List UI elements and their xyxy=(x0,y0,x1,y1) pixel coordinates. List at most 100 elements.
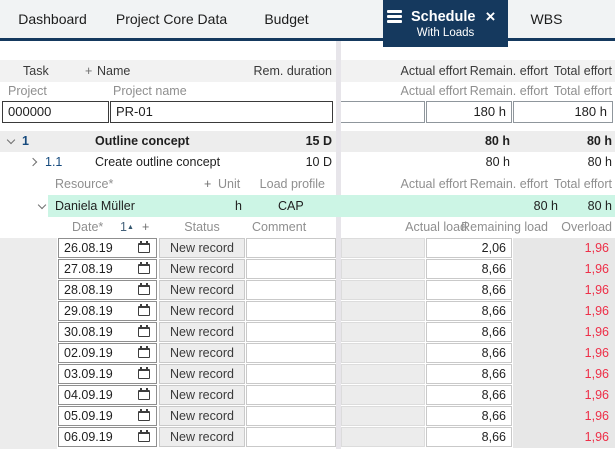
actual-load-cell[interactable] xyxy=(341,427,425,447)
overload-cell: 1,96 xyxy=(513,406,615,427)
status-cell[interactable]: New record xyxy=(159,238,245,258)
date-field[interactable]: 03.09.19 xyxy=(58,364,157,384)
col-actual-effort: Actual effort xyxy=(400,177,467,191)
calendar-icon[interactable] xyxy=(138,283,150,295)
remaining-load-field[interactable]: 2,06 xyxy=(426,238,512,258)
actual-load-cell[interactable] xyxy=(341,406,425,426)
calendar-icon[interactable] xyxy=(138,388,150,400)
tab-project-core-data[interactable]: Project Core Data xyxy=(105,0,238,38)
load-table-header: Date* 1▲ + Status Comment Actual load Re… xyxy=(0,217,615,238)
actual-load-cell[interactable] xyxy=(341,322,425,342)
comment-field[interactable] xyxy=(246,280,336,300)
add-resource-button[interactable]: + xyxy=(204,173,211,195)
project-id-field[interactable]: 000000 xyxy=(2,101,109,123)
remaining-load-field[interactable]: 8,66 xyxy=(426,301,512,321)
comment-field[interactable] xyxy=(246,322,336,342)
project-name-field[interactable]: PR-01 xyxy=(110,101,333,123)
overload-cell: 1,96 xyxy=(513,301,615,322)
comment-field[interactable] xyxy=(246,343,336,363)
tab-budget[interactable]: Budget xyxy=(238,0,335,38)
load-row: 04.09.19 New record 8,66 1,96 xyxy=(0,385,615,406)
comment-field[interactable] xyxy=(246,364,336,384)
actual-load-cell[interactable] xyxy=(341,385,425,405)
date-field[interactable]: 28.08.19 xyxy=(58,280,157,300)
overload-cell: 1,96 xyxy=(513,343,615,364)
tab-wbs[interactable]: WBS xyxy=(508,0,585,38)
resource-row-highlight: Daniela Müller h CAP 80 h 80 h xyxy=(48,195,615,217)
project-remain-effort-field[interactable]: 180 h xyxy=(426,101,512,123)
menu-icon[interactable] xyxy=(387,8,402,26)
calendar-icon[interactable] xyxy=(138,304,150,316)
remaining-load-field[interactable]: 8,66 xyxy=(426,343,512,363)
date-field[interactable]: 05.09.19 xyxy=(58,406,157,426)
task-name: Outline concept xyxy=(95,134,190,148)
pane-divider[interactable] xyxy=(336,41,341,449)
load-row: 27.08.19 New record 8,66 1,96 xyxy=(0,259,615,280)
status-cell[interactable]: New record xyxy=(159,343,245,363)
comment-field[interactable] xyxy=(246,385,336,405)
comment-field[interactable] xyxy=(246,427,336,447)
comment-field[interactable] xyxy=(246,238,336,258)
calendar-icon[interactable] xyxy=(138,409,150,421)
date-field[interactable]: 30.08.19 xyxy=(58,322,157,342)
status-cell[interactable]: New record xyxy=(159,322,245,342)
task-table-header: Task + Name Rem. duration Actual effort … xyxy=(0,60,615,82)
status-cell[interactable]: New record xyxy=(159,385,245,405)
remaining-load-field[interactable]: 8,66 xyxy=(426,322,512,342)
project-actual-effort-field[interactable] xyxy=(338,101,425,123)
expand-icon[interactable] xyxy=(28,157,38,167)
resource-remain-effort: 80 h xyxy=(533,199,558,213)
add-load-record-button[interactable]: + xyxy=(142,217,149,238)
remaining-load-field[interactable]: 8,66 xyxy=(426,259,512,279)
task-id: 1 xyxy=(22,134,29,148)
col-total-effort: Total effort xyxy=(553,177,612,191)
add-task-button[interactable]: + xyxy=(85,60,92,82)
remaining-load-field[interactable]: 8,66 xyxy=(426,406,512,426)
sort-indicator[interactable]: 1▲ xyxy=(120,217,134,238)
actual-load-cell[interactable] xyxy=(341,280,425,300)
load-row: 05.09.19 New record 8,66 1,96 xyxy=(0,406,615,427)
project-total-effort-field[interactable]: 180 h xyxy=(513,101,613,123)
actual-load-cell[interactable] xyxy=(341,301,425,321)
date-field[interactable]: 27.08.19 xyxy=(58,259,157,279)
collapse-icon[interactable] xyxy=(37,200,47,210)
date-field[interactable]: 06.09.19 xyxy=(58,427,157,447)
collapse-icon[interactable] xyxy=(6,135,16,145)
date-field[interactable]: 02.09.19 xyxy=(58,343,157,363)
calendar-icon[interactable] xyxy=(138,430,150,442)
remaining-load-field[interactable]: 8,66 xyxy=(426,280,512,300)
comment-field[interactable] xyxy=(246,259,336,279)
actual-load-cell[interactable] xyxy=(341,259,425,279)
calendar-icon[interactable] xyxy=(138,241,150,253)
actual-load-cell[interactable] xyxy=(341,364,425,384)
tab-dashboard[interactable]: Dashboard xyxy=(0,0,105,38)
tab-schedule[interactable]: Schedule × With Loads xyxy=(383,0,508,47)
status-cell[interactable]: New record xyxy=(159,406,245,426)
resource-row[interactable]: Daniela Müller h CAP 80 h 80 h xyxy=(0,195,615,217)
actual-load-cell[interactable] xyxy=(341,238,425,258)
remaining-load-field[interactable]: 8,66 xyxy=(426,427,512,447)
actual-load-cell[interactable] xyxy=(341,343,425,363)
status-cell[interactable]: New record xyxy=(159,427,245,447)
tab-bar: Dashboard Project Core Data Budget WBS xyxy=(0,0,615,41)
close-icon[interactable]: × xyxy=(485,8,495,25)
col-resource: Resource* xyxy=(55,177,114,191)
tab-schedule-sublabel: With Loads xyxy=(416,27,475,39)
resource-header-row: Resource* + Unit Load profile Actual eff… xyxy=(0,173,615,195)
status-cell[interactable]: New record xyxy=(159,280,245,300)
load-row: 26.08.19 New record 2,06 1,96 xyxy=(0,238,615,259)
calendar-icon[interactable] xyxy=(138,367,150,379)
calendar-icon[interactable] xyxy=(138,325,150,337)
comment-field[interactable] xyxy=(246,301,336,321)
calendar-icon[interactable] xyxy=(138,346,150,358)
status-cell[interactable]: New record xyxy=(159,364,245,384)
remaining-load-field[interactable]: 8,66 xyxy=(426,385,512,405)
comment-field[interactable] xyxy=(246,406,336,426)
date-field[interactable]: 26.08.19 xyxy=(58,238,157,258)
date-field[interactable]: 29.08.19 xyxy=(58,301,157,321)
status-cell[interactable]: New record xyxy=(159,259,245,279)
calendar-icon[interactable] xyxy=(138,262,150,274)
status-cell[interactable]: New record xyxy=(159,301,245,321)
date-field[interactable]: 04.09.19 xyxy=(58,385,157,405)
remaining-load-field[interactable]: 8,66 xyxy=(426,364,512,384)
